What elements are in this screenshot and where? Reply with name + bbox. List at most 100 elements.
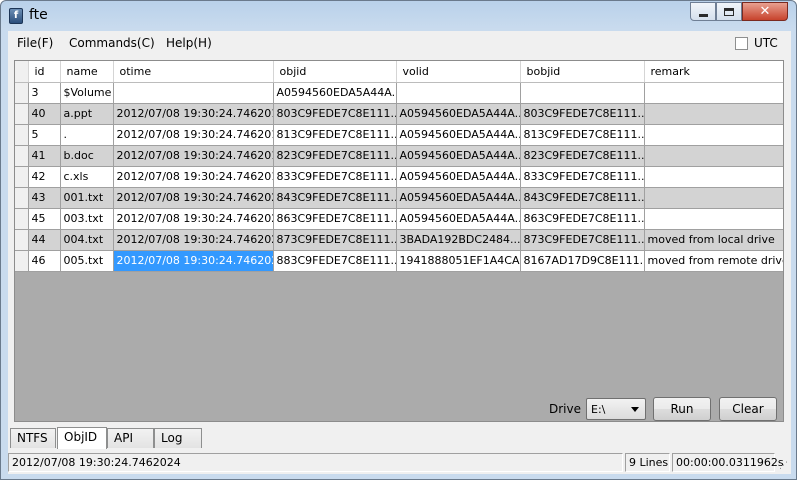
run-button[interactable]: Run (653, 397, 711, 421)
cell-remark[interactable] (644, 103, 783, 125)
column-header-remark[interactable]: remark (644, 61, 783, 83)
row-header-corner[interactable] (15, 61, 29, 83)
row-header[interactable] (15, 166, 29, 188)
row-header[interactable] (15, 124, 29, 146)
column-header-name[interactable]: name (60, 61, 114, 83)
row-header[interactable] (15, 145, 29, 167)
cell-remark[interactable] (644, 82, 783, 104)
cell-name[interactable]: b.doc (60, 145, 114, 167)
cell-remark[interactable] (644, 124, 783, 146)
cell-objid[interactable]: 823C9FEDE7C8E111... (273, 145, 397, 167)
cell-otime[interactable]: 2012/07/08 19:30:24.7462019 (113, 166, 274, 188)
cell-objid[interactable]: 873C9FEDE7C8E111... (273, 229, 397, 251)
cell-name[interactable]: $Volume (60, 82, 114, 104)
table-row[interactable]: 43 001.txt 2012/07/08 19:30:24.7462020 8… (15, 187, 783, 209)
cell-objid[interactable]: A0594560EDA5A44A... (273, 82, 397, 104)
tab-log[interactable]: Log (154, 428, 202, 448)
cell-name[interactable]: . (60, 124, 114, 146)
row-header[interactable] (15, 229, 29, 251)
cell-volid[interactable] (396, 82, 521, 104)
cell-bobjid[interactable]: 823C9FEDE7C8E111... (520, 145, 645, 167)
cell-bobjid[interactable]: 863C9FEDE7C8E111... (520, 208, 645, 230)
menu-file[interactable]: File(F) (17, 36, 53, 50)
table-row[interactable]: 45 003.txt 2012/07/08 19:30:24.7462022 8… (15, 208, 783, 230)
cell-volid[interactable]: A0594560EDA5A44A... (396, 166, 521, 188)
cell-bobjid[interactable] (520, 82, 645, 104)
cell-id[interactable]: 45 (28, 208, 61, 230)
table-row[interactable]: 42 c.xls 2012/07/08 19:30:24.7462019 833… (15, 166, 783, 188)
column-header-objid[interactable]: objid (273, 61, 397, 83)
app-icon[interactable]: f (9, 8, 23, 24)
resize-grip-icon[interactable]: ⋰ (779, 461, 789, 471)
drive-select[interactable]: E:\ (586, 398, 646, 420)
cell-bobjid[interactable]: 873C9FEDE7C8E111... (520, 229, 645, 251)
cell-name[interactable]: 003.txt (60, 208, 114, 230)
table-row[interactable]: 40 a.ppt 2012/07/08 19:30:24.7462016 803… (15, 103, 783, 125)
menu-help[interactable]: Help(H) (166, 36, 212, 50)
clear-button[interactable]: Clear (719, 397, 777, 421)
cell-objid[interactable]: 843C9FEDE7C8E111... (273, 187, 397, 209)
cell-remark[interactable]: moved from remote drive (644, 250, 783, 272)
cell-volid[interactable]: A0594560EDA5A44A... (396, 187, 521, 209)
cell-bobjid[interactable]: 813C9FEDE7C8E111... (520, 124, 645, 146)
cell-volid[interactable]: A0594560EDA5A44A... (396, 103, 521, 125)
cell-volid[interactable]: A0594560EDA5A44A... (396, 208, 521, 230)
table-row[interactable]: 41 b.doc 2012/07/08 19:30:24.7462018 823… (15, 145, 783, 167)
row-header[interactable] (15, 103, 29, 125)
cell-name[interactable]: 004.txt (60, 229, 114, 251)
cell-otime[interactable]: 2012/07/08 19:30:24.7462018 (113, 145, 274, 167)
cell-bobjid[interactable]: 833C9FEDE7C8E111... (520, 166, 645, 188)
column-header-id[interactable]: id (28, 61, 61, 83)
tab-objid[interactable]: ObjID (57, 427, 107, 449)
table-row[interactable]: 46 005.txt 2012/07/08 19:30:24.7462024 8… (15, 250, 783, 272)
cell-id[interactable]: 42 (28, 166, 61, 188)
cell-objid[interactable]: 813C9FEDE7C8E111... (273, 124, 397, 146)
cell-remark[interactable] (644, 166, 783, 188)
cell-name[interactable]: c.xls (60, 166, 114, 188)
cell-otime[interactable]: 2012/07/08 19:30:24.7462022 (113, 208, 274, 230)
cell-id[interactable]: 40 (28, 103, 61, 125)
cell-bobjid[interactable]: 803C9FEDE7C8E111... (520, 103, 645, 125)
row-header[interactable] (15, 250, 29, 272)
cell-otime[interactable]: 2012/07/08 19:30:24.7462017 (113, 124, 274, 146)
cell-bobjid[interactable]: 8167AD17D9C8E111... (520, 250, 645, 272)
cell-objid[interactable]: 883C9FEDE7C8E111... (273, 250, 397, 272)
cell-name[interactable]: 005.txt (60, 250, 114, 272)
cell-objid[interactable]: 803C9FEDE7C8E111... (273, 103, 397, 125)
cell-bobjid[interactable]: 843C9FEDE7C8E111... (520, 187, 645, 209)
column-header-otime[interactable]: otime (113, 61, 274, 83)
minimize-button[interactable] (690, 2, 716, 21)
row-header[interactable] (15, 208, 29, 230)
utc-toggle[interactable]: UTC (735, 36, 778, 50)
cell-id[interactable]: 41 (28, 145, 61, 167)
tab-ntfs[interactable]: NTFS (10, 428, 56, 448)
cell-id[interactable]: 44 (28, 229, 61, 251)
tab-api[interactable]: API (107, 428, 154, 448)
cell-objid[interactable]: 863C9FEDE7C8E111... (273, 208, 397, 230)
cell-volid[interactable]: 1941888051EF1A4CA... (396, 250, 521, 272)
objid-grid[interactable]: id name otime objid volid bobjid remark … (14, 60, 784, 422)
cell-name[interactable]: a.ppt (60, 103, 114, 125)
cell-id[interactable]: 5 (28, 124, 61, 146)
cell-remark[interactable] (644, 208, 783, 230)
cell-volid[interactable]: 3BADA192BDC2484... (396, 229, 521, 251)
cell-id[interactable]: 46 (28, 250, 61, 272)
cell-remark[interactable] (644, 187, 783, 209)
utc-checkbox[interactable] (735, 36, 748, 50)
table-row[interactable]: 5 . 2012/07/08 19:30:24.7462017 813C9FED… (15, 124, 783, 146)
row-header[interactable] (15, 82, 29, 104)
close-button[interactable]: ✕ (742, 2, 788, 21)
cell-id[interactable]: 43 (28, 187, 61, 209)
row-header[interactable] (15, 187, 29, 209)
cell-volid[interactable]: A0594560EDA5A44A... (396, 124, 521, 146)
cell-volid[interactable]: A0594560EDA5A44A... (396, 145, 521, 167)
cell-remark[interactable] (644, 145, 783, 167)
column-header-volid[interactable]: volid (396, 61, 521, 83)
cell-otime[interactable]: 2012/07/08 19:30:24.7462020 (113, 187, 274, 209)
table-row[interactable]: 3 $Volume A0594560EDA5A44A... (15, 82, 783, 104)
cell-otime-selected[interactable]: 2012/07/08 19:30:24.7462024 (113, 250, 274, 272)
maximize-button[interactable] (716, 2, 742, 21)
cell-otime[interactable]: 2012/07/08 19:30:24.7462023 (113, 229, 274, 251)
column-header-bobjid[interactable]: bobjid (520, 61, 645, 83)
table-row[interactable]: 44 004.txt 2012/07/08 19:30:24.7462023 8… (15, 229, 783, 251)
